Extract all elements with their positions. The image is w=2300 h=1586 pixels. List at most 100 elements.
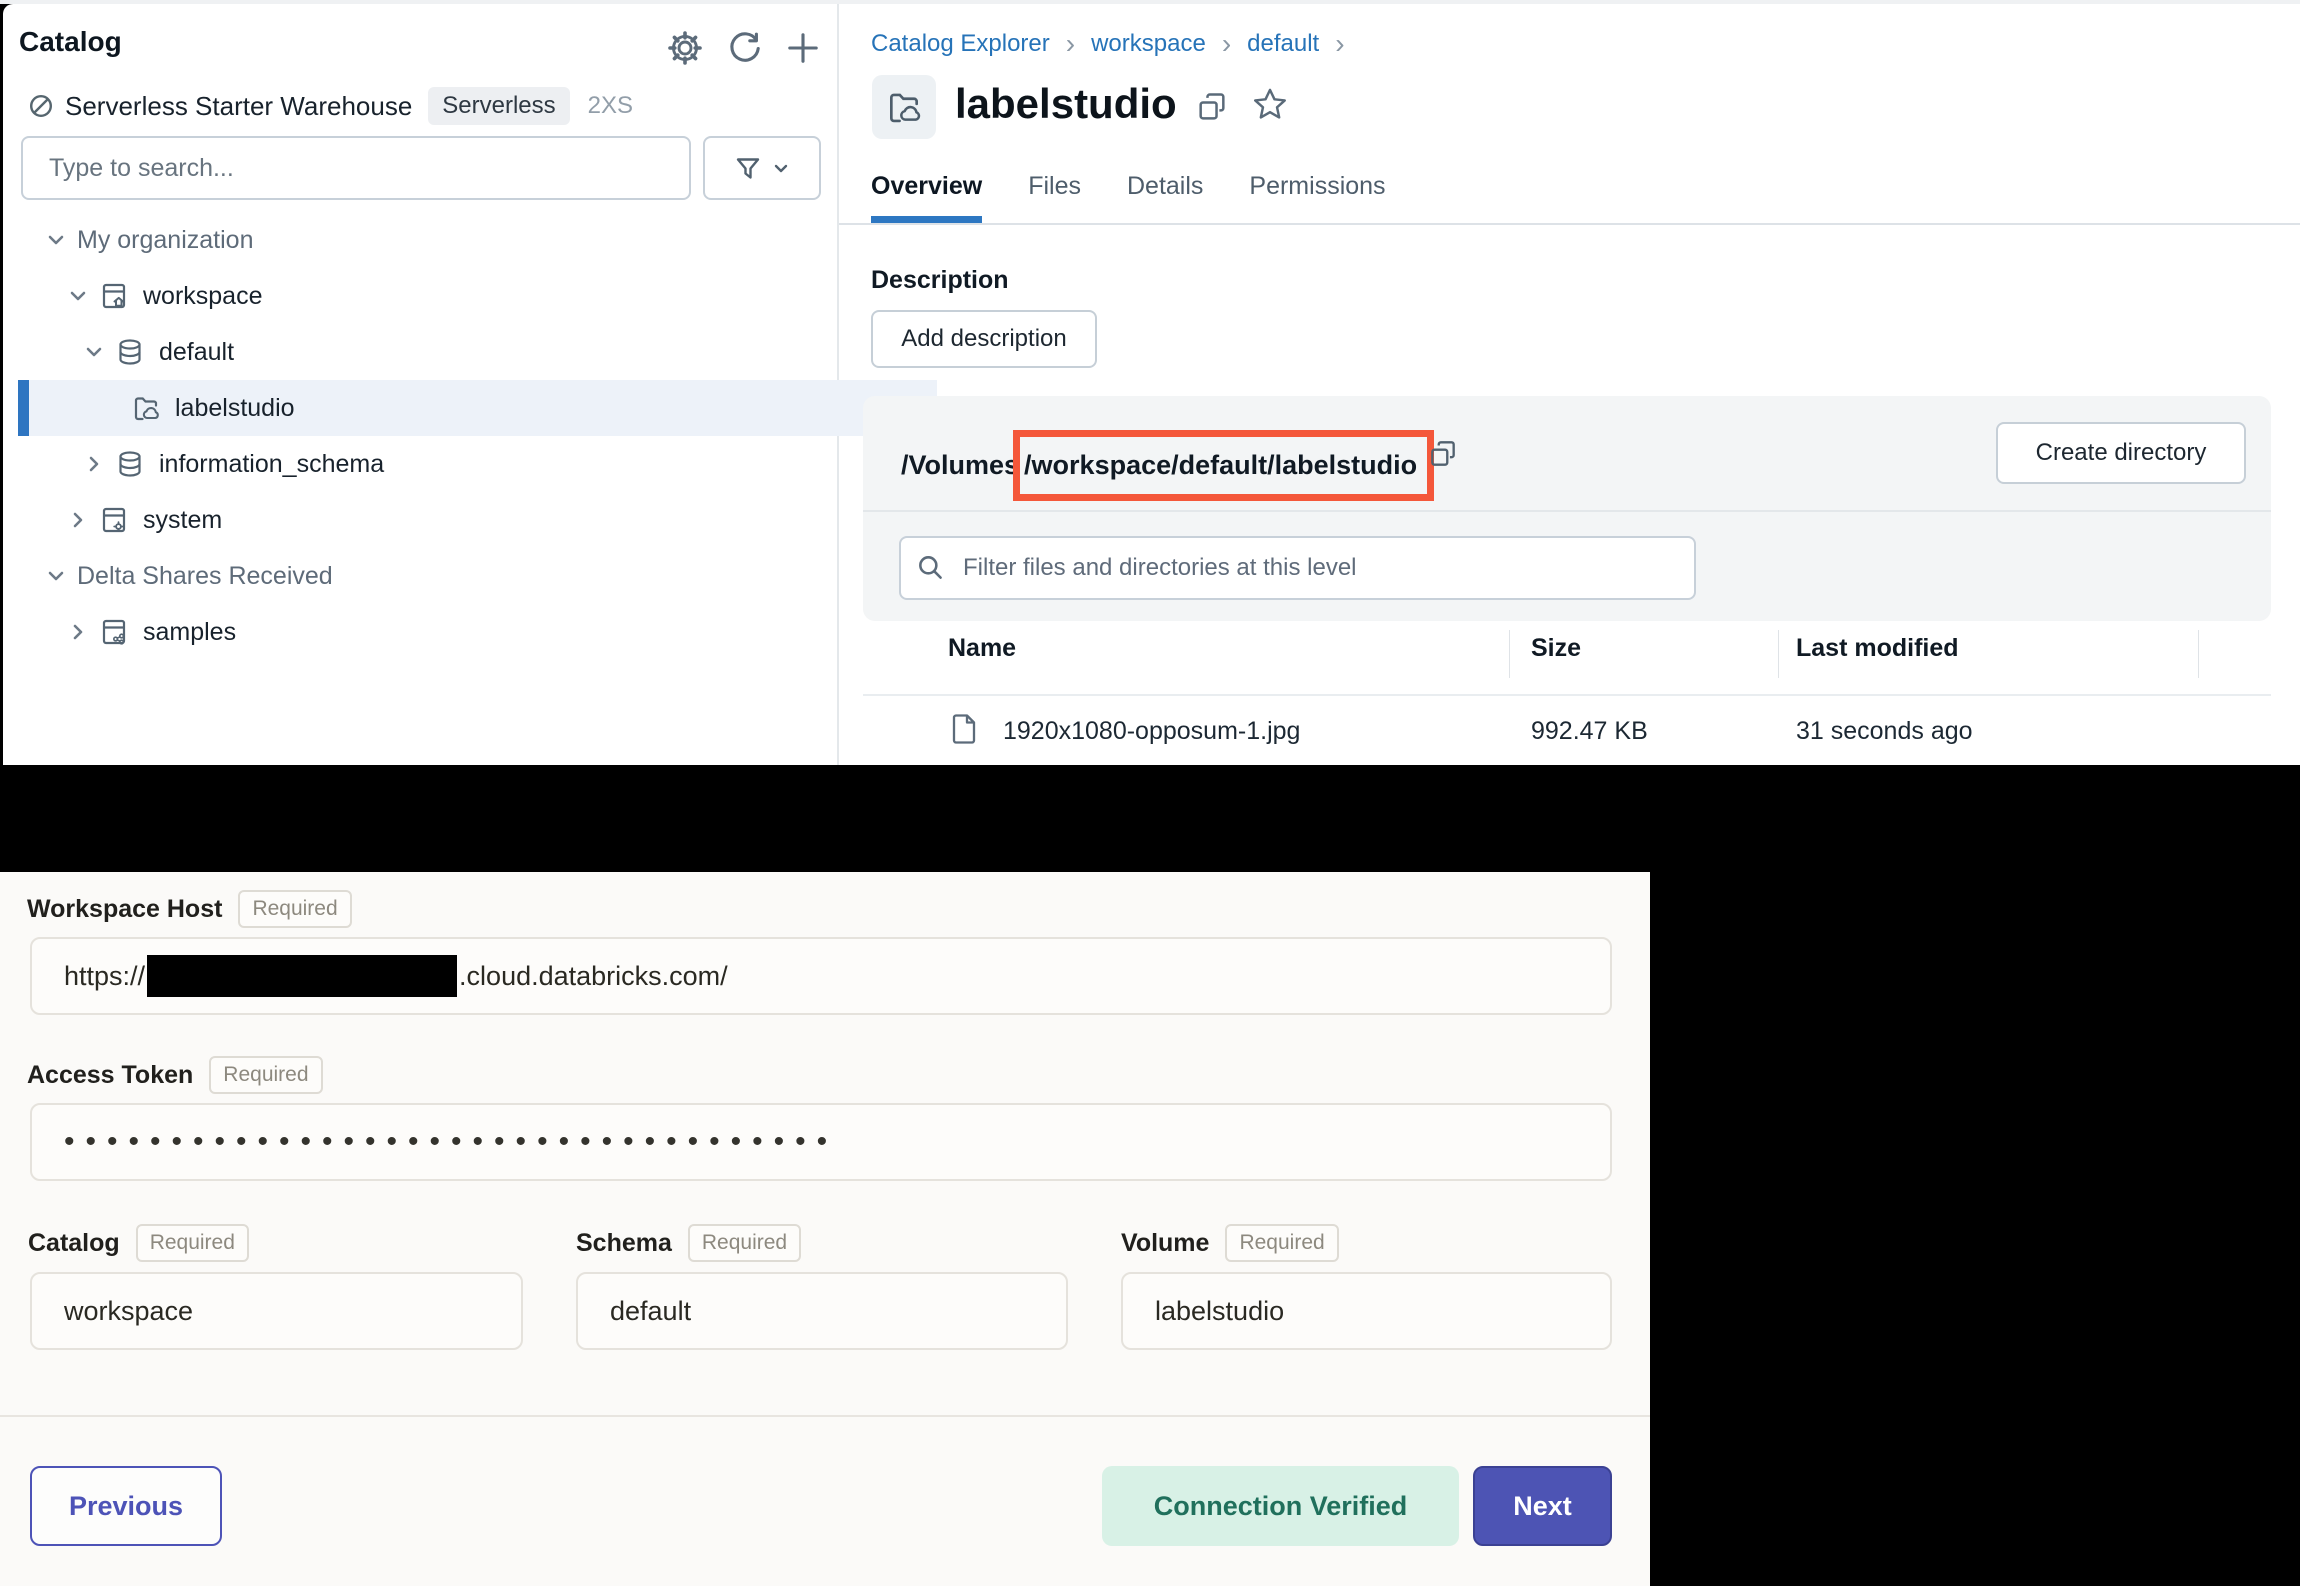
column-header-size[interactable]: Size [1531, 634, 1581, 663]
volume-value: labelstudio [1155, 1296, 1284, 1327]
breadcrumb-catalog-explorer[interactable]: Catalog Explorer [871, 30, 1050, 58]
tree-item-label: Delta Shares Received [77, 562, 333, 591]
field-label-text: Access Token [27, 1061, 193, 1090]
tab-files[interactable]: Files [1028, 172, 1081, 223]
volume-icon [131, 393, 161, 423]
tab-divider [839, 223, 2300, 225]
required-badge: Required [688, 1224, 801, 1262]
catalog-icon [99, 281, 129, 311]
connection-verified-status: Connection Verified [1102, 1466, 1459, 1546]
breadcrumb-separator: › [1335, 28, 1344, 60]
schema-input[interactable]: default [576, 1272, 1068, 1350]
volume-icon [872, 75, 936, 139]
gear-icon[interactable] [665, 28, 705, 68]
chevron-down-icon[interactable] [43, 227, 69, 253]
refresh-icon[interactable] [725, 28, 765, 68]
required-badge: Required [1225, 1224, 1338, 1262]
warehouse-size: 2XS [588, 92, 633, 120]
field-label-text: Catalog [28, 1229, 120, 1258]
sidebar-item-my-organization[interactable]: My organization [3, 212, 875, 268]
copy-path-icon[interactable] [1427, 438, 1459, 470]
card-divider [863, 510, 2271, 512]
schema-database-icon [115, 337, 145, 367]
masked-token-value: •••••••••••••••••••••••••••••••••••• [64, 1125, 838, 1159]
access-token-input[interactable]: •••••••••••••••••••••••••••••••••••• [30, 1103, 1612, 1181]
funnel-icon [733, 153, 763, 183]
sidebar-item-workspace[interactable]: workspace [3, 268, 897, 324]
breadcrumb-default[interactable]: default [1247, 30, 1319, 58]
chevron-down-icon[interactable] [43, 563, 69, 589]
file-name[interactable]: 1920x1080-opposum-1.jpg [1003, 717, 1300, 746]
chevron-down-icon[interactable] [65, 283, 91, 309]
previous-button[interactable]: Previous [30, 1466, 222, 1546]
tab-permissions[interactable]: Permissions [1249, 172, 1385, 223]
host-value-prefix: https:// [64, 961, 145, 992]
sidebar-item-information-schema[interactable]: information_schema [3, 436, 913, 492]
chevron-right-icon[interactable] [65, 619, 91, 645]
form-footer-divider [0, 1415, 1650, 1417]
breadcrumb-separator: › [1222, 28, 1231, 60]
column-header-name[interactable]: Name [948, 634, 1016, 663]
description-heading: Description [871, 266, 1009, 295]
column-header-last-modified[interactable]: Last modified [1796, 634, 1959, 663]
chevron-down-icon [771, 158, 791, 178]
workspace-host-label: Workspace Host Required [27, 890, 352, 928]
access-token-label: Access Token Required [27, 1056, 323, 1094]
redacted-host-segment [147, 955, 457, 997]
tab-overview[interactable]: Overview [871, 172, 982, 223]
catalog-input[interactable]: workspace [30, 1272, 523, 1350]
host-value-suffix: .cloud.databricks.com/ [459, 961, 728, 992]
tab-details[interactable]: Details [1127, 172, 1203, 223]
table-header-divider [863, 694, 2271, 696]
file-size: 992.47 KB [1531, 717, 1648, 746]
breadcrumb: Catalog Explorer › workspace › default › [871, 28, 1361, 60]
tree-item-label: samples [143, 618, 236, 647]
add-icon[interactable] [783, 28, 823, 68]
files-card: /Volumes/workspace/default/labelstudio C… [863, 396, 2271, 621]
file-last-modified: 31 seconds ago [1796, 717, 1973, 746]
tree-item-label: information_schema [159, 450, 384, 479]
tree-item-label: default [159, 338, 234, 367]
copy-name-icon[interactable] [1195, 90, 1229, 124]
catalog-search-input[interactable] [21, 136, 691, 200]
volume-path-annotation: /workspace/default/labelstudio [1013, 430, 1434, 501]
chevron-down-icon[interactable] [81, 339, 107, 365]
file-icon [948, 712, 982, 746]
sidebar-item-system[interactable]: system [3, 492, 897, 548]
volume-input[interactable]: labelstudio [1121, 1272, 1612, 1350]
required-badge: Required [136, 1224, 249, 1262]
field-label-text: Schema [576, 1229, 672, 1258]
field-label-text: Workspace Host [27, 895, 222, 924]
sidebar-item-labelstudio[interactable]: labelstudio [18, 380, 937, 436]
page-title: labelstudio [955, 80, 1177, 128]
breadcrumb-workspace[interactable]: workspace [1091, 30, 1206, 58]
catalog-sidebar: Catalog [3, 4, 839, 765]
schema-value: default [610, 1296, 691, 1327]
star-favorite-icon[interactable] [1251, 86, 1289, 124]
catalog-value: workspace [64, 1296, 193, 1327]
warehouse-badge: Serverless [428, 87, 569, 125]
sidebar-item-samples[interactable]: samples [3, 604, 897, 660]
required-badge: Required [238, 890, 351, 928]
screen: Catalog [0, 0, 2300, 1586]
storage-connection-form: Workspace Host Required https:// .cloud.… [0, 872, 1650, 1586]
column-divider [2198, 630, 2199, 678]
filter-button[interactable] [703, 136, 821, 200]
warehouse-row[interactable]: Serverless Starter Warehouse Serverless … [27, 84, 633, 128]
sidebar-item-default[interactable]: default [3, 324, 913, 380]
serverless-warehouse-icon [27, 92, 55, 120]
required-badge: Required [209, 1056, 322, 1094]
create-directory-button[interactable]: Create directory [1996, 422, 2246, 484]
chevron-right-icon[interactable] [81, 451, 107, 477]
shared-catalog-icon [99, 617, 129, 647]
tree-item-label: labelstudio [175, 394, 295, 423]
volume-path-prefix: /Volumes [901, 450, 1019, 481]
add-description-button[interactable]: Add description [871, 310, 1097, 368]
chevron-right-icon[interactable] [65, 507, 91, 533]
filter-files-input[interactable] [899, 536, 1696, 600]
volume-label: Volume Required [1121, 1224, 1339, 1262]
next-button[interactable]: Next [1473, 1466, 1612, 1546]
catalog-panel-title: Catalog [19, 26, 122, 58]
workspace-host-input[interactable]: https:// .cloud.databricks.com/ [30, 937, 1612, 1015]
sidebar-item-delta-shares-received[interactable]: Delta Shares Received [3, 548, 875, 604]
